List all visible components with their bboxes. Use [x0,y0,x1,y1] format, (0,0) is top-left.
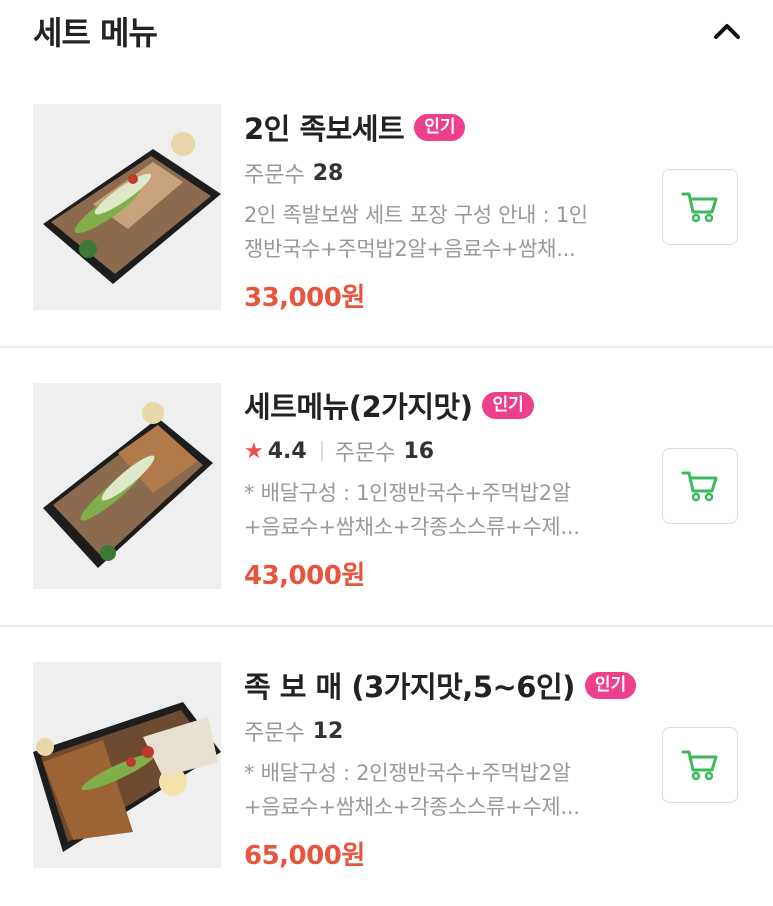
order-count-label: 주문수 [334,441,396,466]
description-line: * 배달구성 : 2인쟁반국수+주먹밥2알 [244,761,571,785]
cart-icon [681,471,718,502]
order-count: 12 [312,718,344,744]
item-image[interactable] [33,383,221,589]
collapse-button[interactable] [707,14,747,48]
order-count-label: 주문수 [244,163,305,188]
section-header: 세트 메뉴 [0,0,773,70]
item-name-row: 세트메뉴(2가지맛) 인기 [244,384,534,426]
item-meta: 주문수 12 [244,715,343,747]
description-line: 쟁반국수+주먹밥2알+음료수+쌈채... [244,237,576,261]
item-price: 65,000원 [244,841,365,871]
menu-item[interactable]: 족 보 매 (3가지맛,5~6인) 인기 주문수 12 * 배달구성 : 2인쟁… [0,628,773,906]
item-description: * 배달구성 : 1인쟁반국수+주먹밥2알 +음료수+쌈채소+각종소스류+수제.… [244,476,634,544]
star-icon: ★ [244,438,264,464]
description-line: +음료수+쌈채소+각종소스류+수제... [244,515,580,539]
section-title: 세트 메뉴 [33,14,158,52]
item-meta: ★ 4.4 주문수 16 [244,435,434,467]
rating-value: 4.4 [267,438,307,464]
add-to-cart-button[interactable] [662,169,738,245]
item-divider [0,625,773,627]
meta-separator [320,441,323,461]
description-line: * 배달구성 : 1인쟁반국수+주먹밥2알 [244,481,571,505]
description-line: +음료수+쌈채소+각종소스류+수제... [244,795,580,819]
popular-badge: 인기 [414,113,466,141]
item-name[interactable]: 2인 족보세트 [244,106,405,148]
item-image[interactable] [33,662,221,868]
order-count-label: 주문수 [244,721,305,746]
item-name[interactable]: 족 보 매 (3가지맛,5~6인) [244,664,575,706]
order-count: 16 [403,438,435,464]
item-description: 2인 족발보쌈 세트 포장 구성 안내 : 1인 쟁반국수+주먹밥2알+음료수+… [244,198,634,266]
item-meta: 주문수 28 [244,157,343,189]
item-image[interactable] [33,104,221,310]
item-description: * 배달구성 : 2인쟁반국수+주먹밥2알 +음료수+쌈채소+각종소스류+수제.… [244,756,634,824]
menu-item[interactable]: 세트메뉴(2가지맛) 인기 ★ 4.4 주문수 16 * 배달구성 : 1인쟁반… [0,349,773,627]
popular-badge: 인기 [584,671,637,699]
add-to-cart-button[interactable] [662,727,738,803]
item-name-row: 2인 족보세트 인기 [244,106,466,148]
item-name-row: 족 보 매 (3가지맛,5~6인) 인기 [244,664,637,706]
item-price: 33,000원 [244,283,365,313]
item-divider [0,346,773,348]
popular-badge: 인기 [482,391,534,419]
item-name[interactable]: 세트메뉴(2가지맛) [244,384,473,426]
cart-icon [681,750,718,781]
description-line: 2인 족발보쌈 세트 포장 구성 안내 : 1인 [244,203,588,227]
order-count: 28 [312,160,344,186]
menu-item[interactable]: 2인 족보세트 인기 주문수 28 2인 족발보쌈 세트 포장 구성 안내 : … [0,70,773,348]
add-to-cart-button[interactable] [662,448,738,524]
cart-icon [681,192,718,223]
item-price: 43,000원 [244,561,365,591]
chevron-up-icon [714,24,740,39]
